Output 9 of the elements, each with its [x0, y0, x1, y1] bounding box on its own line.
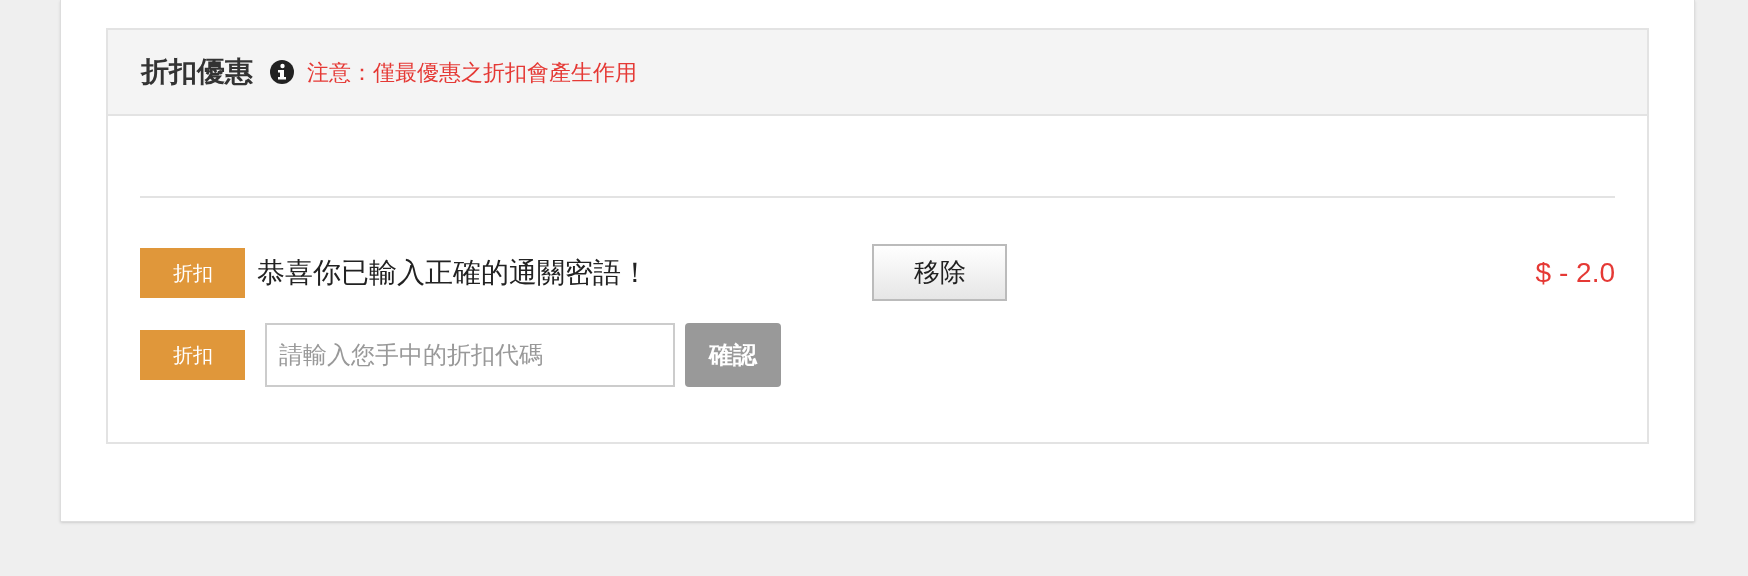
discount-tag: 折扣 [140, 247, 245, 298]
success-message: 恭喜你已輸入正確的通關密語！ [257, 255, 650, 290]
discount-tag: 折扣 [140, 330, 245, 380]
discount-amount: $ - 2.0 [1535, 255, 1615, 290]
code-input-field[interactable]: 請輸入您手中的折扣代碼 [265, 323, 675, 387]
info-icon [269, 59, 295, 85]
notice-text: 注意：僅最優惠之折扣會產生作用 [307, 58, 637, 87]
panel-title: 折扣優惠 [141, 55, 253, 89]
remove-button[interactable]: 移除 [872, 244, 1007, 301]
